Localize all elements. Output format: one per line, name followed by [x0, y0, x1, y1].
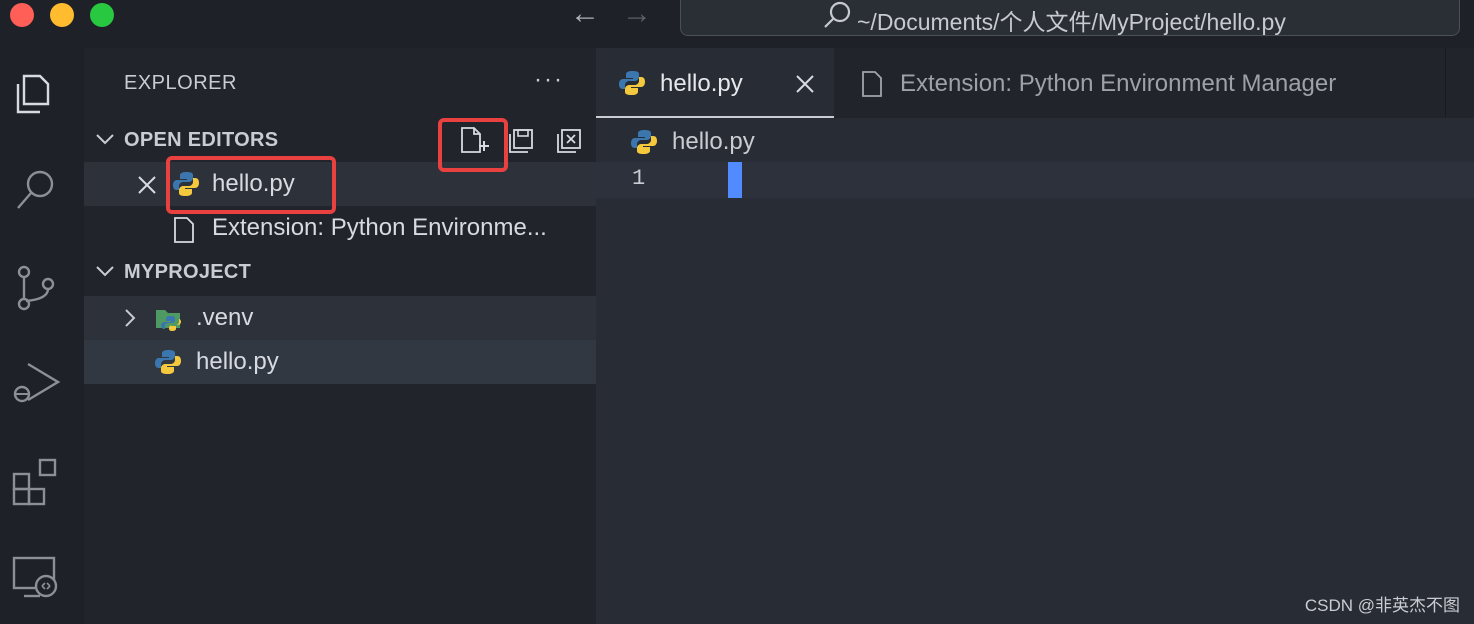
code-editor-line[interactable] — [746, 162, 1446, 198]
open-editor-item[interactable]: hello.py — [84, 162, 596, 206]
project-label: MYPROJECT — [124, 261, 252, 283]
more-actions-icon[interactable]: ··· — [534, 66, 564, 94]
file-icon — [862, 71, 882, 97]
python-icon — [619, 71, 645, 95]
minimize-window-button[interactable] — [50, 3, 74, 27]
chevron-down-icon — [96, 134, 114, 145]
forward-arrow-icon[interactable]: → — [622, 0, 652, 29]
python-icon — [155, 350, 181, 374]
sidebar-title: EXPLORER — [124, 72, 237, 94]
explorer-sidebar: EXPLORER ··· OPEN EDITORS hello.py Exten… — [84, 48, 596, 624]
back-arrow-icon[interactable]: ← — [570, 0, 600, 29]
tab-label: Extension: Python Environment Manager — [900, 70, 1337, 97]
chevron-down-icon — [96, 266, 114, 277]
close-all-icon[interactable] — [554, 126, 584, 156]
search-icon — [824, 1, 851, 28]
open-editors-header[interactable]: OPEN EDITORS — [84, 120, 596, 162]
tree-item-label: hello.py — [196, 348, 279, 375]
editor-area: hello.py Extension: Python Environment M… — [596, 48, 1474, 624]
tree-item-hello-py[interactable]: hello.py — [84, 340, 596, 384]
breadcrumb[interactable]: hello.py — [672, 128, 755, 156]
search-icon[interactable] — [10, 164, 62, 216]
python-icon — [631, 130, 657, 154]
line-number: 1 — [632, 166, 646, 191]
explorer-icon[interactable] — [10, 68, 62, 120]
workspace-path: ~/Documents/个人文件/MyProject/hello.py — [857, 9, 1286, 35]
venv-folder-icon — [156, 310, 181, 331]
tab-hello-py[interactable]: hello.py — [596, 48, 834, 118]
watermark: CSDN @非英杰不图 — [1304, 596, 1460, 615]
tab-label: hello.py — [660, 70, 743, 97]
title-bar: ← → ~/Documents/个人文件/MyProject/hello.py — [0, 0, 1474, 48]
project-header[interactable]: MYPROJECT — [84, 252, 596, 294]
text-cursor — [728, 162, 742, 198]
source-control-icon[interactable] — [10, 262, 62, 314]
chevron-right-icon — [125, 309, 136, 327]
tree-item-label: .venv — [196, 304, 254, 331]
maximize-window-button[interactable] — [90, 3, 114, 27]
tab-extension[interactable]: Extension: Python Environment Manager — [834, 48, 1446, 118]
close-icon[interactable] — [794, 73, 816, 95]
save-all-icon[interactable] — [506, 126, 536, 156]
command-center[interactable]: ~/Documents/个人文件/MyProject/hello.py — [680, 0, 1460, 36]
open-editors-label: OPEN EDITORS — [124, 129, 279, 151]
file-icon — [174, 217, 194, 243]
run-debug-icon[interactable] — [10, 358, 62, 410]
close-window-button[interactable] — [10, 3, 34, 27]
remote-explorer-icon[interactable] — [10, 552, 62, 604]
highlight-box — [438, 118, 508, 172]
tab-bar: hello.py Extension: Python Environment M… — [596, 48, 1474, 118]
extensions-icon[interactable] — [10, 456, 62, 508]
open-editor-item[interactable]: Extension: Python Environme... — [84, 206, 596, 250]
close-icon[interactable] — [136, 174, 158, 196]
tree-item-venv[interactable]: .venv — [84, 296, 596, 340]
activity-bar — [0, 48, 84, 624]
open-editor-label: Extension: Python Environme... — [212, 214, 547, 241]
